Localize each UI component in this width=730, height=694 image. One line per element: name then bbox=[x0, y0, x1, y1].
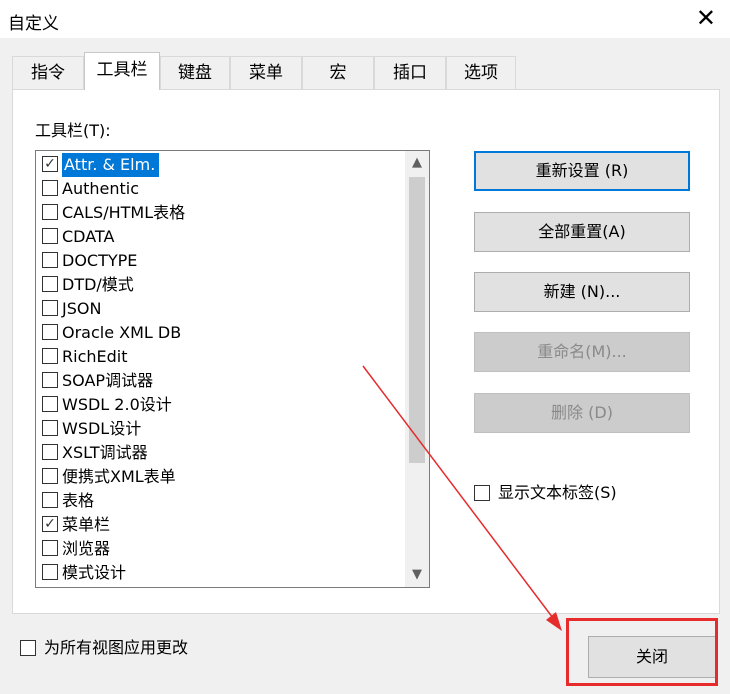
annotation-arrow bbox=[362, 365, 562, 631]
tab-toolbars[interactable]: 工具栏 bbox=[84, 52, 160, 90]
